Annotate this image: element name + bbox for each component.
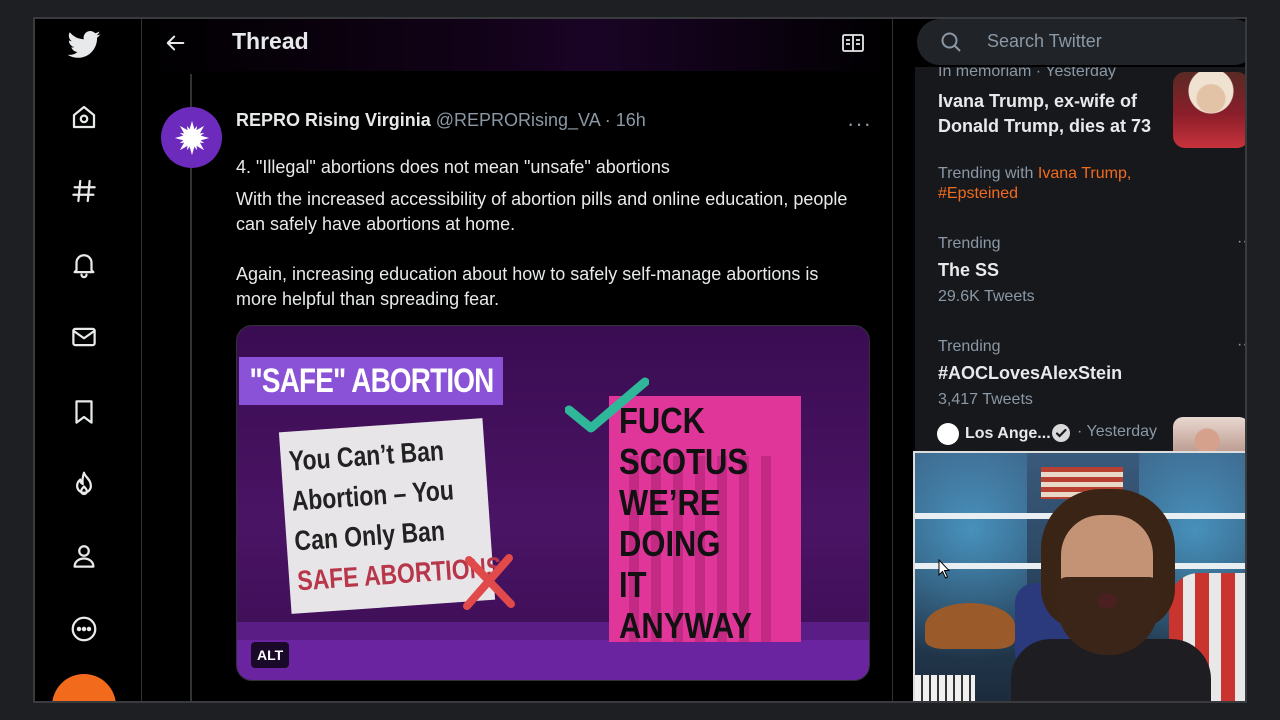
separator: · <box>604 110 611 130</box>
more-circle-icon[interactable] <box>62 607 106 651</box>
pink-sign-line: WE’RE <box>619 482 721 523</box>
media-stripe <box>237 640 869 680</box>
news-source-name[interactable]: Los Ange... <box>965 421 1051 446</box>
keyboard <box>915 675 975 701</box>
book-open-icon <box>842 34 864 52</box>
page-title: Thread <box>232 28 309 54</box>
reader-mode-button[interactable] <box>838 29 868 57</box>
compose-tweet-button[interactable] <box>52 674 116 701</box>
bookmark-icon[interactable] <box>62 390 106 434</box>
tweet-media-image[interactable]: "SAFE" ABORTION You Can’t Ban Abortion –… <box>236 325 870 681</box>
column-divider <box>141 19 142 701</box>
trend-context: Trending with Ivana Trump, <box>938 165 1131 183</box>
fire-icon[interactable] <box>62 462 106 506</box>
safe-abortion-banner: "SAFE" ABORTION <box>239 357 503 405</box>
search-input[interactable] <box>987 31 1227 52</box>
trend-title[interactable]: #AOCLovesAlexStein <box>938 361 1122 386</box>
trend-meta: In memoriam · Yesterday <box>938 67 1116 80</box>
eagle-statue <box>925 603 1015 649</box>
banner-text: "SAFE" ABORTION <box>249 361 494 400</box>
trend-title[interactable]: Ivana Trump, ex-wife of Donald Trump, di… <box>938 89 1168 139</box>
more-dots-icon[interactable]: ·· <box>1237 233 1245 251</box>
tweet-text-line: 4. "Illegal" abortions does not mean "un… <box>236 157 670 177</box>
trend-meta: Trending <box>938 338 1001 355</box>
shelf-light <box>915 453 1027 701</box>
search-icon <box>939 30 963 54</box>
tweet-text-paragraph: With the increased accessibility of abor… <box>236 189 848 234</box>
bell-icon[interactable] <box>62 242 106 286</box>
trend-link[interactable]: #Epsteined <box>938 185 1018 203</box>
profile-icon[interactable] <box>62 534 106 578</box>
trends-panel: In memoriam · Yesterday Ivana Trump, ex-… <box>915 67 1245 457</box>
browser-window: Thread REPRO Rising Virginia @REPRORisin… <box>33 17 1247 703</box>
pink-sign-line: IT <box>619 564 647 605</box>
pink-sign-line: DOING <box>619 523 721 564</box>
checkmark-icon <box>565 377 649 433</box>
back-button[interactable] <box>160 27 192 59</box>
webcam-overlay <box>913 451 1245 701</box>
hashtag-icon[interactable] <box>62 169 106 213</box>
thread-header: Thread <box>142 19 892 71</box>
twitter-logo-icon[interactable] <box>62 22 106 66</box>
trend-title[interactable]: The SS <box>938 258 999 283</box>
trend-thumbnail[interactable] <box>1173 72 1245 148</box>
author-name[interactable]: REPRO Rising Virginia <box>236 110 431 130</box>
more-options-button[interactable]: ··· <box>847 111 872 137</box>
author-handle[interactable]: @REPRORising_VA <box>436 110 600 130</box>
thread-connector-line <box>190 74 192 701</box>
trend-meta: Trending <box>938 235 1001 252</box>
trending-with-label: Trending with <box>938 165 1034 182</box>
starburst-icon <box>174 120 209 155</box>
home-icon[interactable] <box>62 95 106 139</box>
trend-count: 29.6K Tweets <box>938 288 1035 305</box>
search-box[interactable] <box>917 19 1245 65</box>
more-dots-icon[interactable]: ·· <box>1237 336 1245 354</box>
news-source-logo <box>937 423 959 445</box>
trend-count: 3,417 Tweets <box>938 391 1033 408</box>
mail-icon[interactable] <box>62 315 106 359</box>
arrow-left-icon <box>166 35 185 51</box>
trend-link[interactable]: Ivana Trump, <box>1038 165 1131 182</box>
alt-text-badge[interactable]: ALT <box>251 642 290 668</box>
pink-sign-line: ANYWAY <box>619 605 753 642</box>
news-time: · Yesterday <box>1077 423 1158 440</box>
avatar[interactable] <box>161 107 222 168</box>
sidebar-nav <box>35 19 141 701</box>
mouse-cursor-icon <box>938 559 950 579</box>
column-divider <box>892 19 893 701</box>
pink-sign-line: SCOTUS <box>619 441 749 482</box>
tweet-text-paragraph: Again, increasing education about how to… <box>236 264 819 309</box>
verified-badge-icon <box>1052 424 1070 442</box>
red-x-mark-icon <box>463 554 515 610</box>
tweet-header: REPRO Rising Virginia @REPRORising_VA · … <box>236 110 646 131</box>
tweet-timestamp[interactable]: 16h <box>616 110 646 130</box>
streamer-mouth <box>1097 593 1117 609</box>
